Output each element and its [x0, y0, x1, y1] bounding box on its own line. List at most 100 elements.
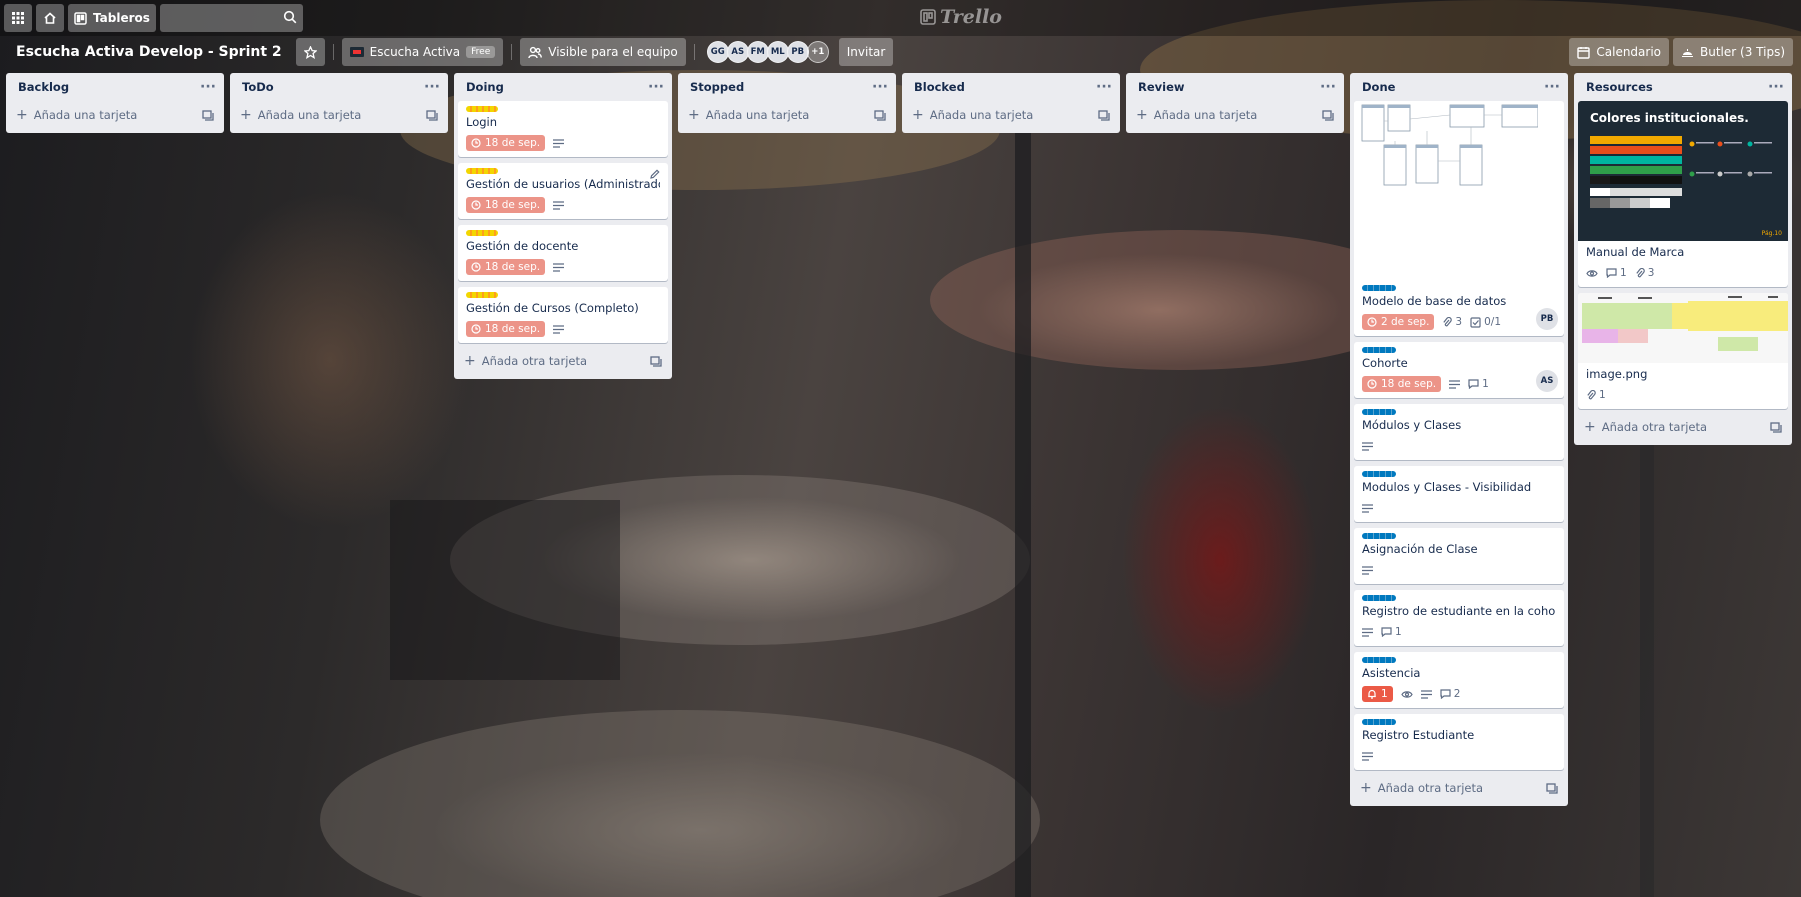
card[interactable]: Colores institucionales. Pág.10 Manual d…	[1578, 101, 1788, 287]
visibility-button[interactable]: Visible para el equipo	[520, 38, 686, 66]
more-members-button[interactable]: +1	[806, 41, 829, 63]
more-icon[interactable]: ···	[1544, 80, 1560, 94]
add-card-button[interactable]: + Añada una tarjeta	[906, 101, 1116, 129]
more-icon[interactable]: ···	[648, 80, 664, 94]
card-label[interactable]	[1362, 657, 1396, 663]
template-icon[interactable]	[202, 109, 214, 121]
add-card-button[interactable]: + Añada otra tarjeta	[1354, 774, 1564, 802]
add-card-button[interactable]: + Añada una tarjeta	[682, 101, 892, 129]
card[interactable]: Registro Estudiante	[1354, 714, 1564, 770]
board-title[interactable]: Escucha Activa Develop - Sprint 2	[12, 44, 286, 60]
trello-logo[interactable]: Trello	[920, 6, 1002, 28]
list-header[interactable]: Review ···	[1130, 73, 1340, 101]
card-label[interactable]	[466, 168, 498, 174]
template-icon[interactable]	[1322, 109, 1334, 121]
member-avatar[interactable]: FM	[746, 41, 769, 63]
member-avatar[interactable]: AS	[726, 41, 749, 63]
card-cover-image[interactable]: Colores institucionales. Pág.10	[1578, 101, 1788, 241]
card[interactable]: Modelo de base de datos 2 de sep. 3 0/1 …	[1354, 101, 1564, 336]
boards-button[interactable]: Tableros	[68, 4, 156, 32]
card-label[interactable]	[1362, 409, 1396, 415]
calendar-button[interactable]: Calendario	[1569, 38, 1670, 66]
due-date-badge[interactable]: 18 de sep.	[1362, 376, 1442, 392]
add-card-button[interactable]: + Añada otra tarjeta	[458, 347, 668, 375]
apps-button[interactable]	[4, 4, 32, 32]
due-date-badge[interactable]: 18 de sep.	[466, 135, 546, 151]
star-button[interactable]	[295, 38, 325, 66]
card[interactable]: Registro de estudiante en la cohorte 1	[1354, 590, 1564, 646]
card-label[interactable]	[466, 292, 498, 298]
list-title[interactable]: Done	[1362, 80, 1395, 94]
card[interactable]: Gestión de docente 18 de sep.	[458, 225, 668, 281]
team-button[interactable]: Escucha Activa Free	[341, 38, 504, 66]
card[interactable]: Modulos y Clases - Visibilidad	[1354, 466, 1564, 522]
invite-button[interactable]: Invitar	[838, 38, 894, 66]
card-label[interactable]	[1362, 719, 1396, 725]
member-avatar[interactable]: GG	[706, 41, 729, 63]
card[interactable]: Login 18 de sep.	[458, 101, 668, 157]
list-header[interactable]: ToDo ···	[234, 73, 444, 101]
member-avatar[interactable]: ML	[766, 41, 789, 63]
add-card-button[interactable]: + Añada otra tarjeta	[1578, 413, 1788, 441]
card-label[interactable]	[1362, 533, 1396, 539]
list-header[interactable]: Resources ···	[1578, 73, 1788, 101]
list-header[interactable]: Blocked ···	[906, 73, 1116, 101]
card-label[interactable]	[466, 106, 498, 112]
template-icon[interactable]	[650, 355, 662, 367]
card[interactable]: Asignación de Clase	[1354, 528, 1564, 584]
template-icon[interactable]	[874, 109, 886, 121]
card-cover-image[interactable]	[1354, 101, 1538, 281]
card-label[interactable]	[1362, 595, 1396, 601]
card[interactable]: Asistencia 1 2	[1354, 652, 1564, 708]
template-icon[interactable]	[1546, 782, 1558, 794]
list-title[interactable]: Backlog	[18, 80, 69, 94]
list-title[interactable]: Stopped	[690, 80, 744, 94]
card[interactable]: Módulos y Clases	[1354, 404, 1564, 460]
search-box[interactable]	[159, 4, 303, 32]
list-header[interactable]: Done ···	[1354, 73, 1564, 101]
card[interactable]: image.png 1	[1578, 293, 1788, 409]
card-member-avatar[interactable]: PB	[1536, 308, 1558, 330]
template-icon[interactable]	[426, 109, 438, 121]
card-label[interactable]	[466, 230, 498, 236]
add-card-button[interactable]: + Añada una tarjeta	[1130, 101, 1340, 129]
card[interactable]: Gestión de Cursos (Completo) 18 de sep.	[458, 287, 668, 343]
home-button[interactable]	[36, 4, 64, 32]
template-icon[interactable]	[1098, 109, 1110, 121]
due-date-badge[interactable]: 18 de sep.	[466, 321, 546, 337]
card-label[interactable]	[1362, 471, 1396, 477]
description-icon	[1362, 751, 1373, 761]
member-avatar[interactable]: PB	[786, 41, 809, 63]
more-icon[interactable]: ···	[200, 80, 216, 94]
card-label[interactable]	[1362, 347, 1396, 353]
list-title[interactable]: Resources	[1586, 80, 1653, 94]
search-input[interactable]	[159, 4, 303, 32]
list-header[interactable]: Doing ···	[458, 73, 668, 101]
more-icon[interactable]: ···	[424, 80, 440, 94]
butler-button[interactable]: Butler (3 Tips)	[1673, 38, 1793, 66]
search-icon[interactable]	[283, 10, 297, 24]
due-date-badge[interactable]: 18 de sep.	[466, 259, 546, 275]
list-title[interactable]: Blocked	[914, 80, 965, 94]
card[interactable]: Gestión de usuarios (Administrador) 18 d…	[458, 163, 668, 219]
due-date-badge[interactable]: 18 de sep.	[466, 197, 546, 213]
list-header[interactable]: Stopped ···	[682, 73, 892, 101]
card-label[interactable]	[1362, 285, 1396, 291]
card-cover-image[interactable]	[1578, 293, 1788, 363]
notification-badge[interactable]: 1	[1362, 686, 1393, 702]
list-title[interactable]: ToDo	[242, 80, 274, 94]
list-header[interactable]: Backlog ···	[10, 73, 220, 101]
list-title[interactable]: Review	[1138, 80, 1185, 94]
card-member-avatar[interactable]: AS	[1536, 370, 1558, 392]
list-title[interactable]: Doing	[466, 80, 504, 94]
more-icon[interactable]: ···	[1768, 80, 1784, 94]
more-icon[interactable]: ···	[1320, 80, 1336, 94]
add-card-button[interactable]: + Añada una tarjeta	[10, 101, 220, 129]
more-icon[interactable]: ···	[1096, 80, 1112, 94]
template-icon[interactable]	[1770, 421, 1782, 433]
card[interactable]: Cohorte 18 de sep. 1 AS	[1354, 342, 1564, 398]
pencil-icon[interactable]	[650, 169, 660, 179]
due-date-badge[interactable]: 2 de sep.	[1362, 314, 1435, 330]
add-card-button[interactable]: + Añada una tarjeta	[234, 101, 444, 129]
more-icon[interactable]: ···	[872, 80, 888, 94]
